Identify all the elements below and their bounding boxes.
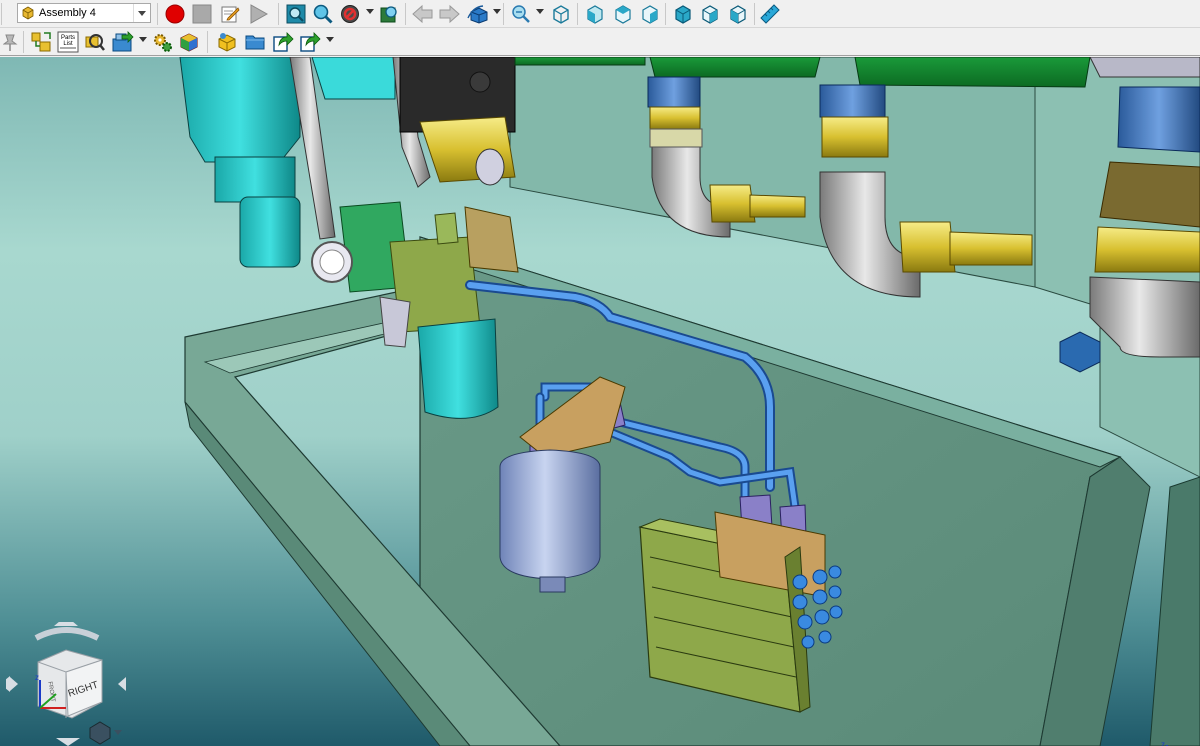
export-arrow-icon [273,32,294,52]
arrow-left-icon[interactable] [10,677,18,691]
view-cube-icon [467,5,488,24]
zoom-selection-button[interactable] [377,2,401,26]
view-iso-2-button[interactable] [698,2,722,26]
toolbar-separator [754,3,755,25]
zoom-button[interactable] [311,2,335,26]
settings-button[interactable] [151,30,175,54]
toolbar-separator [503,3,504,25]
pin-icon [3,34,18,51]
triad-z-label: z [1161,740,1165,746]
assembly-tree-icon [31,32,51,52]
cube-front-icon [587,5,603,24]
parts-list-icon: PartsList [57,31,79,53]
view-right-button[interactable] [638,2,662,26]
gears-icon [154,34,172,52]
toolbar-separator [665,3,666,25]
pin-button[interactable] [0,30,24,54]
wireframe-view-button[interactable] [549,2,573,26]
toolbar-separator [207,31,208,53]
inspect-magnifier-icon [85,34,105,51]
arrow-left-icon[interactable] [6,676,10,692]
zoom-dropdown-icon [512,5,530,23]
3d-viewport[interactable]: RIGHT FRONT z z y x [0,57,1200,746]
zoom-box-icon [380,6,397,23]
share-button[interactable] [298,30,322,54]
stop-icon [192,4,212,24]
yellow-box-icon [218,33,236,52]
toolbar-separator [405,3,406,25]
insert-part-button[interactable] [111,30,135,54]
assembly-cube-icon [22,6,34,20]
toolbar-separator [23,31,24,53]
view-orientation-button[interactable] [466,2,490,26]
play-icon [250,4,268,24]
axis-triad: z y x [1161,740,1168,746]
assembly-tree-button[interactable] [29,30,53,54]
insert-part-dropdown-icon[interactable] [139,37,147,42]
measure-button[interactable] [758,2,782,26]
export-button[interactable] [271,30,295,54]
insert-part-icon [112,31,134,52]
assembly-selector[interactable]: Assembly 4 [17,3,151,23]
view-iso-1-button[interactable] [671,2,695,26]
open-folder-button[interactable] [243,30,267,54]
cube-right-icon [642,5,658,24]
forward-button[interactable] [437,2,461,26]
colored-cube-icon [180,33,198,52]
magnifier-icon [313,4,333,24]
view-cube-menu-icon[interactable] [114,730,122,735]
rotate-arc-top[interactable] [34,627,100,641]
view-top-button[interactable] [611,2,635,26]
play-button[interactable] [246,2,270,26]
zoom-options-button[interactable] [509,2,533,26]
chevron-down-icon[interactable] [133,4,150,22]
share-arrow-icon [300,32,321,52]
zoom-fit-button[interactable] [284,2,308,26]
zoom-options-dropdown-icon[interactable] [536,9,544,14]
stop-button[interactable] [190,2,214,26]
view-front-button[interactable] [583,2,607,26]
pencil-notepad-icon [221,6,240,23]
toolbar-separator [278,3,279,25]
view-cube-axis-label: z [35,673,39,682]
render-style-dropdown-icon[interactable] [366,9,374,14]
view-orientation-dropdown-icon[interactable] [493,9,501,14]
toolbar-separator [577,3,578,25]
arrow-up-icon[interactable] [54,622,78,626]
ruler-icon [760,4,780,24]
cube-iso-icon [702,5,718,24]
parts-list-button[interactable]: Parts List [56,30,80,54]
cube-iso-icon [730,5,746,24]
main-toolbar: Assembly 4 [0,0,1200,28]
view-iso-3-button[interactable] [726,2,750,26]
render-mode-icon [341,5,359,23]
inspect-button[interactable] [83,30,107,54]
arrow-left-icon [412,4,433,24]
arrow-right-icon[interactable] [118,677,126,691]
toolbar-grip [1,3,2,25]
home-view-icon[interactable] [89,721,111,745]
edit-script-button[interactable] [218,2,242,26]
arrow-down-icon[interactable] [56,738,80,746]
back-button[interactable] [411,2,435,26]
wireframe-cube-icon [553,5,569,24]
materials-button[interactable] [177,30,201,54]
toolbar-separator [157,3,158,25]
share-dropdown-icon[interactable] [326,37,334,42]
svg-text:List: List [63,41,73,47]
record-icon [165,4,185,24]
cube-top-icon [615,5,631,24]
view-cube-navigator[interactable]: RIGHT FRONT z [6,622,130,746]
render-style-button[interactable] [338,2,362,26]
cube-iso-icon [675,5,691,24]
record-button[interactable] [163,2,187,26]
arrow-right-icon [439,4,460,24]
assembly-3d-model [179,57,1200,746]
new-assembly-button[interactable] [215,30,239,54]
folder-icon [245,35,265,50]
secondary-toolbar: Parts List [0,28,1200,56]
zoom-fit-icon [286,4,306,24]
assembly-selector-value: Assembly 4 [39,7,96,19]
